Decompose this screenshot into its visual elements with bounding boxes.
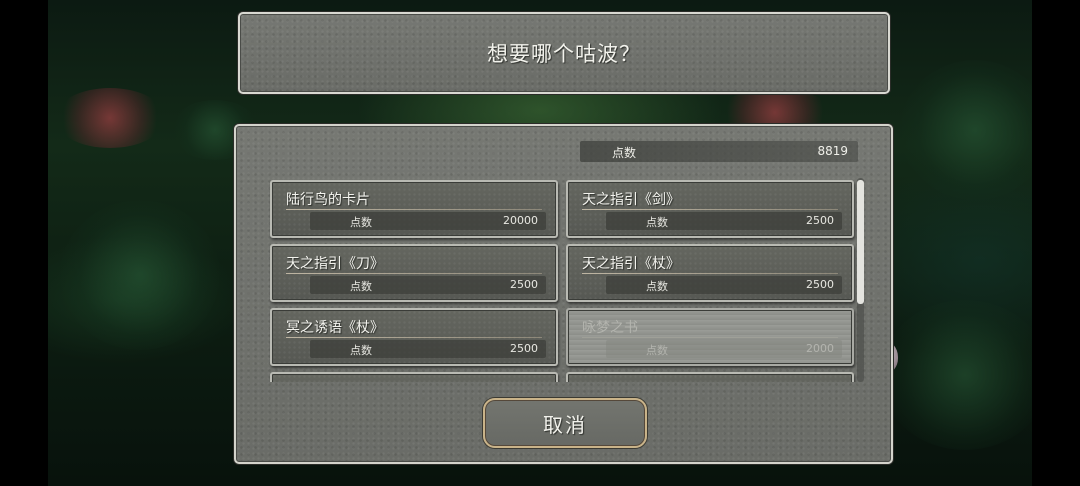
foliage — [880, 300, 1050, 450]
cancel-label: 取消 — [543, 412, 587, 437]
points-label: 点数 — [612, 146, 637, 160]
item-cost-label: 点数 — [646, 216, 668, 229]
cancel-button[interactable]: 取消 — [483, 398, 647, 448]
item-cost-value: 20000 — [503, 214, 538, 227]
item-cost: 点数 2000 — [606, 340, 842, 358]
item-cost-value: 2500 — [510, 278, 538, 291]
item-divider — [286, 209, 542, 210]
item-cost: 点数 2500 — [310, 340, 546, 358]
item-cost: 点数 20000 — [310, 212, 546, 230]
item-cost: 点数 2500 — [606, 212, 842, 230]
item-cost-label: 点数 — [646, 344, 668, 357]
foliage — [900, 60, 1050, 200]
item-partial[interactable] — [270, 372, 558, 382]
letterbox-right — [1032, 0, 1080, 486]
item-dream-book[interactable]: 咏梦之书 点数 2000 — [566, 308, 854, 366]
points-value: 8819 — [817, 144, 848, 158]
item-divider — [582, 209, 838, 210]
item-heaven-guide-staff[interactable]: 天之指引《杖》 点数 2500 — [566, 244, 854, 302]
scrollbar-thumb[interactable] — [857, 180, 864, 304]
item-cost: 点数 2500 — [310, 276, 546, 294]
letterbox-left — [0, 0, 48, 486]
foliage — [60, 200, 220, 350]
item-divider — [582, 337, 838, 338]
item-name: 咏梦之书 — [582, 320, 638, 336]
item-name: 天之指引《杖》 — [582, 256, 680, 272]
item-cost-value: 2500 — [510, 342, 538, 355]
item-heaven-guide-katana[interactable]: 天之指引《刀》 点数 2500 — [270, 244, 558, 302]
points-display: 点数 8819 — [580, 141, 858, 162]
item-list[interactable]: 陆行鸟的卡片 点数 20000 天之指引《剑》 点数 2500 天之指引《刀》 … — [268, 178, 858, 382]
item-divider — [582, 273, 838, 274]
dialog-title: 想要哪个咕波？ — [487, 42, 641, 66]
item-chocobo-card[interactable]: 陆行鸟的卡片 点数 20000 — [270, 180, 558, 238]
flower-bush-left — [55, 88, 165, 148]
item-cost-label: 点数 — [350, 344, 372, 357]
item-cost-value: 2500 — [806, 278, 834, 291]
item-partial[interactable] — [566, 372, 854, 382]
item-cost-value: 2500 — [806, 214, 834, 227]
item-name: 天之指引《剑》 — [582, 192, 680, 208]
item-heaven-guide-sword[interactable]: 天之指引《剑》 点数 2500 — [566, 180, 854, 238]
item-underworld-lure-staff[interactable]: 冥之诱语《杖》 点数 2500 — [270, 308, 558, 366]
item-divider — [286, 337, 542, 338]
item-cost-label: 点数 — [646, 280, 668, 293]
item-name: 陆行鸟的卡片 — [286, 192, 370, 208]
item-list-scrollbar[interactable] — [857, 178, 864, 382]
item-name: 天之指引《刀》 — [286, 256, 384, 272]
item-name: 冥之诱语《杖》 — [286, 320, 384, 336]
item-divider — [286, 273, 542, 274]
title-dialog: 想要哪个咕波？ — [238, 12, 890, 94]
item-cost: 点数 2500 — [606, 276, 842, 294]
item-cost-value: 2000 — [806, 342, 834, 355]
item-cost-label: 点数 — [350, 216, 372, 229]
item-cost-label: 点数 — [350, 280, 372, 293]
